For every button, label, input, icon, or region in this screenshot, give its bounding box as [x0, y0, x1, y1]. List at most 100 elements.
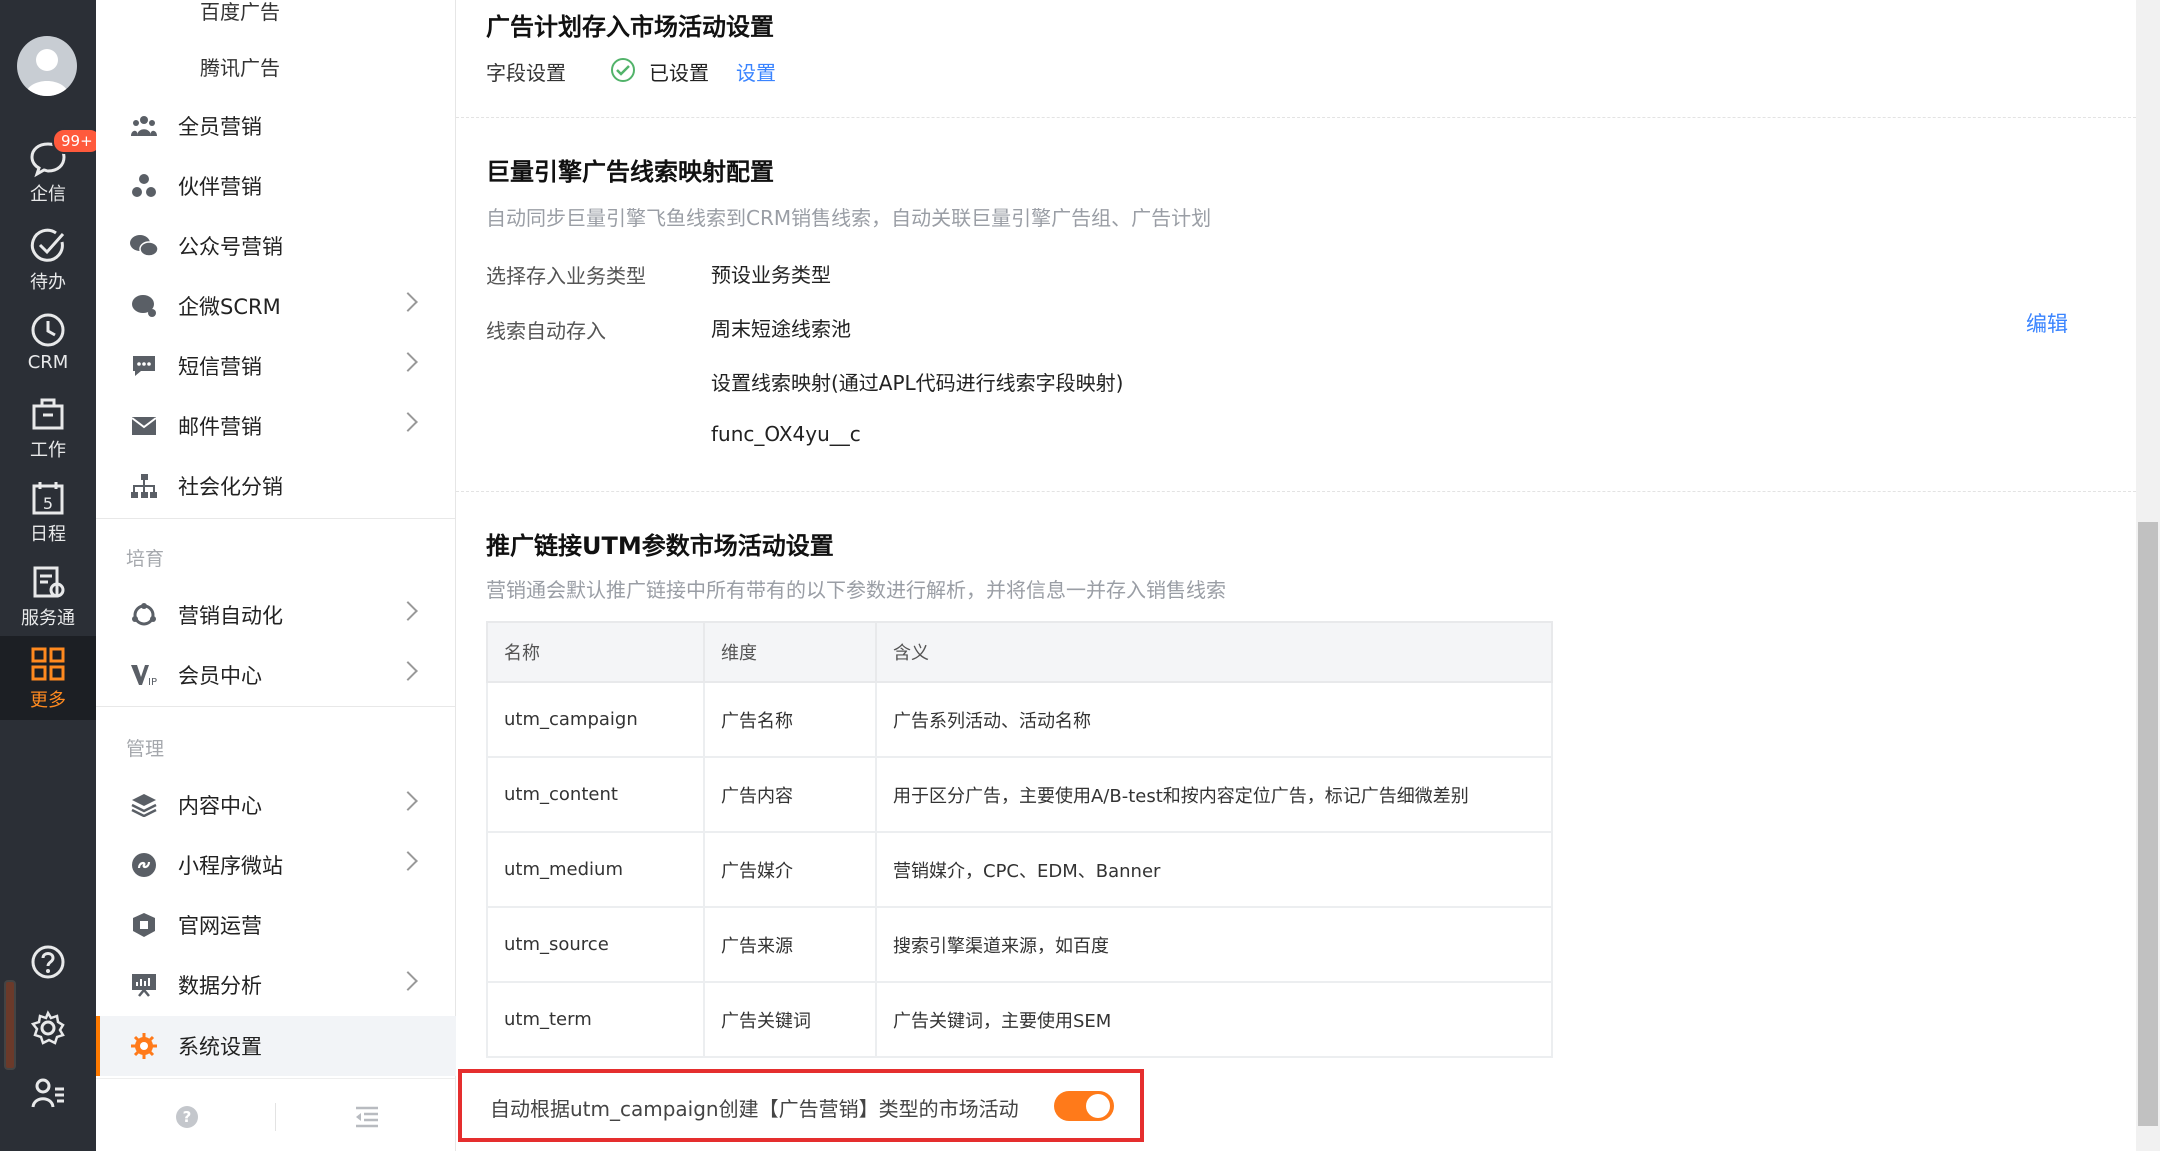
utm-param-meaning: 广告系列活动、活动名称: [875, 681, 1553, 758]
section-divider: [456, 117, 2136, 118]
profile-button[interactable]: [0, 1075, 96, 1115]
page-scrollbar[interactable]: [2136, 0, 2160, 1151]
main-content: 广告计划存入市场活动设置 字段设置 已设置 设置 巨量引擎广告线索映射配置 自动…: [456, 0, 2136, 1151]
utm-param-name: utm_content: [486, 756, 705, 833]
rail-item-schedule[interactable]: 5 日程: [0, 478, 96, 558]
menu-item-website[interactable]: 官网运营: [96, 896, 455, 954]
utm-param-meaning: 用于区分广告，主要使用A/B-test和按内容定位广告，标记广告细微差别: [875, 756, 1553, 833]
menu-item-all-staff[interactable]: 全员营销: [96, 97, 455, 155]
menu-help-button[interactable]: ?: [175, 1105, 199, 1133]
rail-item-work[interactable]: 工作: [0, 394, 96, 474]
service-clipboard-icon: [33, 566, 65, 598]
dashboard-icon: [130, 971, 158, 999]
menu-item-label: 内容中心: [178, 794, 262, 818]
briefcase-icon: [32, 398, 64, 430]
section-divider: [456, 491, 2136, 492]
chevron-right-icon: [398, 601, 418, 621]
field-setting-link[interactable]: 设置: [736, 57, 776, 86]
utm-param-meaning: 搜索引擎渠道来源，如百度: [875, 906, 1553, 983]
utm-param-name: utm_term: [486, 981, 705, 1058]
menu-item-member-center[interactable]: IP 会员中心: [96, 646, 455, 704]
menu-item-email[interactable]: 邮件营销: [96, 397, 455, 455]
utm-param-dimension: 广告名称: [703, 681, 877, 758]
table-row: utm_source 广告来源 搜索引擎渠道来源，如百度: [486, 906, 1553, 983]
lead-mapping-value: 设置线索映射(通过APL代码进行线索字段映射): [711, 371, 1124, 395]
chat-icon: [130, 292, 158, 320]
secondary-menu: 百度广告 腾讯广告 全员营销 伙伴营销 公众号营销 企微SCRM 短信营销 邮件…: [96, 0, 459, 1151]
settings-gear-icon: [130, 1032, 158, 1060]
table-row: utm_term 广告关键词 广告关键词，主要使用SEM: [486, 981, 1553, 1058]
mail-icon: [130, 412, 158, 440]
svg-text:?: ?: [183, 1108, 192, 1126]
utm-param-dimension: 广告媒介: [703, 831, 877, 908]
field-setting-label: 字段设置: [486, 61, 566, 85]
auto-create-campaign-toggle[interactable]: [1054, 1091, 1114, 1121]
auto-create-campaign-row: 自动根据utm_campaign创建【广告营销】类型的市场活动: [458, 1069, 1144, 1142]
automation-icon: [130, 601, 158, 629]
menu-sub-item-tencent[interactable]: 腾讯广告: [200, 52, 280, 81]
rail-label: 企信: [30, 184, 66, 205]
website-shield-icon: [130, 911, 158, 939]
menu-item-social-distribution[interactable]: 社会化分销: [96, 457, 455, 515]
menu-item-content-center[interactable]: 内容中心: [96, 776, 455, 834]
field-setting-status: 已设置: [649, 61, 709, 85]
rail-item-qixin[interactable]: 99+ 企信: [0, 128, 102, 218]
user-avatar[interactable]: [17, 36, 77, 96]
rail-label: 待办: [30, 272, 66, 293]
menu-item-wechat-official[interactable]: 公众号营销: [96, 217, 455, 275]
menu-sub-item-baidu[interactable]: 百度广告: [200, 0, 280, 25]
rail-label: 服务通: [21, 608, 75, 629]
rail-item-todo[interactable]: 待办: [0, 226, 96, 306]
layers-icon: [130, 791, 158, 819]
chevron-right-icon: [398, 412, 418, 432]
menu-item-automation[interactable]: 营销自动化: [96, 586, 455, 644]
utm-param-name: utm_campaign: [486, 681, 705, 758]
menu-item-system-settings[interactable]: 系统设置: [96, 1016, 459, 1076]
menu-divider: [96, 706, 455, 707]
rail-item-crm[interactable]: CRM: [0, 310, 96, 390]
menu-item-label: 短信营销: [178, 355, 262, 379]
help-button[interactable]: [0, 944, 96, 984]
utm-param-name: utm_medium: [486, 831, 705, 908]
menu-item-miniprogram[interactable]: 小程序微站: [96, 836, 455, 894]
menu-item-label: 小程序微站: [178, 854, 283, 878]
menu-item-label: 会员中心: [178, 664, 262, 688]
gear-icon: [30, 1010, 65, 1045]
auto-create-campaign-label: 自动根据utm_campaign创建【广告营销】类型的市场活动: [490, 1097, 1019, 1121]
unread-badge: 99+: [52, 128, 102, 154]
svg-text:IP: IP: [148, 677, 157, 687]
edit-link[interactable]: 编辑: [2026, 308, 2068, 338]
utm-param-dimension: 广告内容: [703, 756, 877, 833]
rail-item-more[interactable]: 更多: [0, 636, 96, 720]
menu-item-label: 邮件营销: [178, 415, 262, 439]
column-header-dimension: 维度: [703, 621, 877, 683]
person-icon: [25, 49, 69, 96]
menu-item-sms[interactable]: 短信营销: [96, 337, 455, 395]
menu-item-data-analysis[interactable]: 数据分析: [96, 956, 455, 1014]
chevron-right-icon: [398, 971, 418, 991]
utm-param-name: utm_source: [486, 906, 705, 983]
menu-item-wecom-scrm[interactable]: 企微SCRM: [96, 277, 455, 335]
collapse-menu-button[interactable]: [354, 1105, 380, 1133]
business-type-value: 预设业务类型: [711, 263, 831, 287]
apl-function-value: func_OX4yu__c: [711, 422, 861, 446]
section-title-campaign-storage: 广告计划存入市场活动设置: [486, 13, 774, 41]
clock-icon: [31, 313, 65, 347]
hierarchy-icon: [130, 472, 158, 500]
menu-group-manage: 管理: [126, 738, 165, 760]
chevron-right-icon: [398, 292, 418, 312]
miniprogram-icon: [130, 851, 158, 879]
utm-param-meaning: 广告关键词，主要使用SEM: [875, 981, 1553, 1058]
chevron-right-icon: [398, 791, 418, 811]
menu-item-label: 公众号营销: [178, 235, 283, 259]
menu-item-partner[interactable]: 伙伴营销: [96, 157, 455, 215]
settings-button[interactable]: [0, 1010, 96, 1050]
rail-item-service[interactable]: 服务通: [0, 562, 96, 642]
auto-store-label: 线索自动存入: [486, 319, 606, 343]
footer-divider: [275, 1103, 276, 1131]
column-header-meaning: 含义: [875, 621, 1553, 683]
utm-param-dimension: 广告来源: [703, 906, 877, 983]
business-type-label: 选择存入业务类型: [486, 264, 646, 288]
menu-item-label: 官网运营: [178, 914, 262, 938]
scrollbar-thumb[interactable]: [2138, 522, 2158, 1126]
